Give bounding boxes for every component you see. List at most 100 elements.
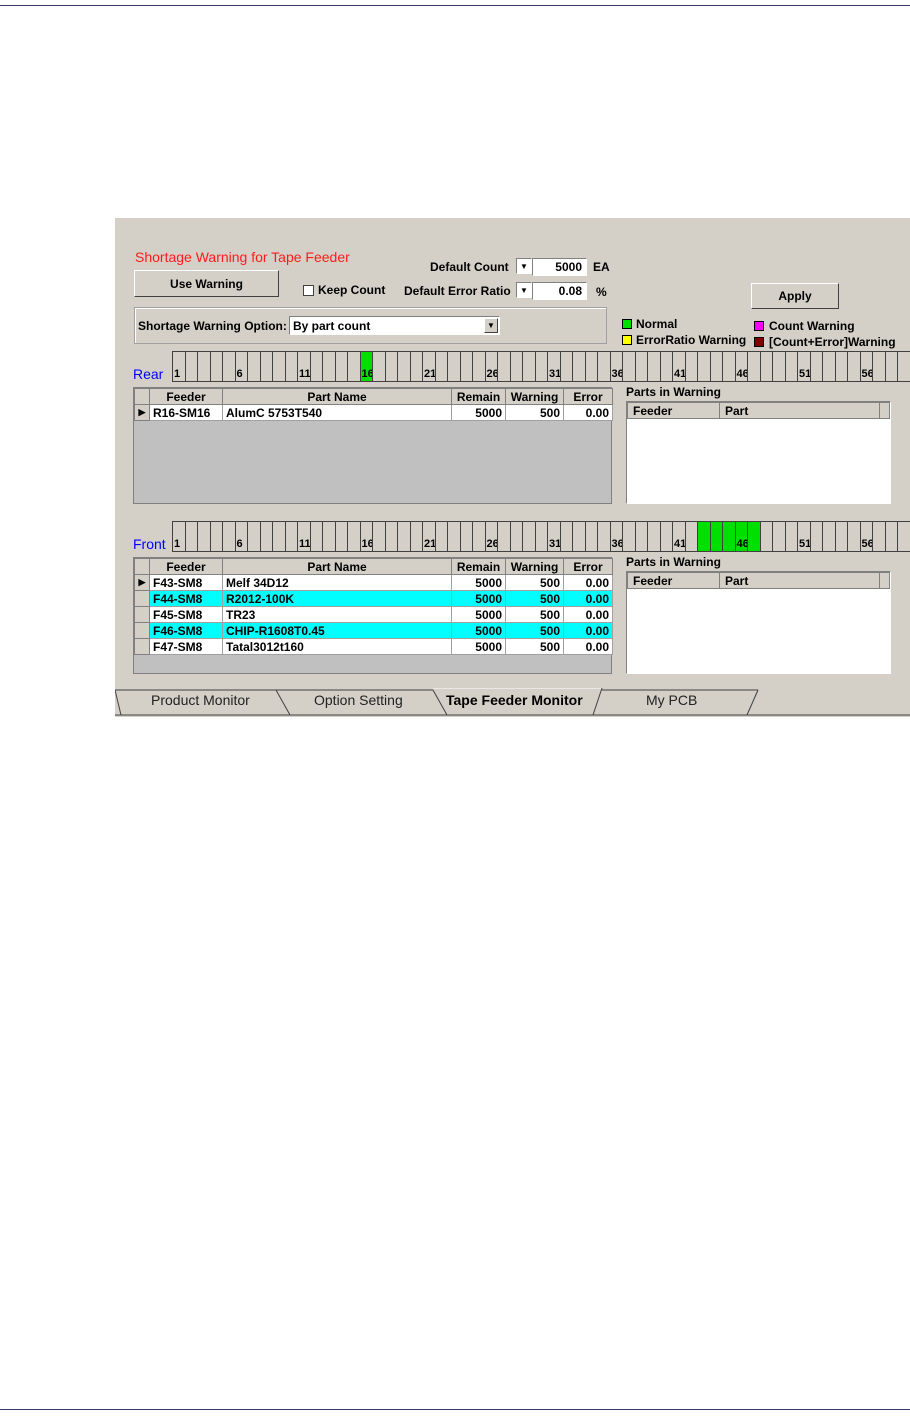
feeder-slot[interactable] — [722, 352, 735, 381]
feeder-slot[interactable] — [659, 352, 672, 381]
feeder-slot[interactable]: 56 — [859, 352, 874, 381]
feeder-slot[interactable]: 11 — [297, 352, 311, 381]
feeder-slot[interactable] — [272, 522, 285, 551]
feeder-slot[interactable] — [209, 352, 222, 381]
feeder-slot[interactable] — [809, 522, 822, 551]
feeder-slot[interactable] — [722, 522, 735, 551]
feeder-slot[interactable]: 41 — [672, 352, 686, 381]
feeder-slot[interactable] — [384, 352, 397, 381]
feeder-slot[interactable] — [747, 522, 760, 551]
cell-feeder[interactable]: F46-SM8 — [149, 622, 223, 639]
feeder-slot[interactable] — [784, 352, 797, 381]
tab-product-monitor[interactable]: Product Monitor — [151, 692, 250, 708]
feeder-slot[interactable] — [822, 352, 835, 381]
feeder-slot[interactable] — [559, 352, 572, 381]
feeder-slot[interactable] — [272, 352, 285, 381]
feeder-slot[interactable]: 36 — [609, 522, 624, 551]
column-header[interactable]: Remain — [451, 558, 506, 575]
option-select[interactable]: By part count ▼ — [289, 316, 500, 335]
default-error-ratio-dropdown[interactable]: ▼ — [516, 282, 532, 298]
column-header[interactable]: Part Name — [222, 388, 452, 405]
feeder-slot[interactable] — [759, 522, 772, 551]
feeder-slot[interactable]: 31 — [547, 352, 561, 381]
feeder-slot[interactable] — [397, 522, 410, 551]
feeder-slot[interactable] — [884, 352, 897, 381]
feeder-slot[interactable] — [509, 352, 522, 381]
feeder-slot[interactable] — [472, 352, 485, 381]
column-header[interactable]: Error — [563, 388, 613, 405]
cell-part[interactable]: Melf 34D12 — [222, 574, 452, 591]
feeder-slot[interactable] — [384, 522, 397, 551]
feeder-slot[interactable] — [684, 522, 697, 551]
feeder-slot[interactable] — [409, 522, 422, 551]
feeder-slot[interactable] — [622, 352, 635, 381]
feeder-slot[interactable] — [322, 522, 335, 551]
cell-error[interactable]: 0.00 — [563, 638, 613, 655]
feeder-slot[interactable]: 31 — [547, 522, 561, 551]
column-header[interactable]: Feeder — [149, 558, 223, 575]
cell-feeder[interactable]: F43-SM8 — [149, 574, 223, 591]
feeder-slot[interactable] — [759, 352, 772, 381]
cell-part[interactable]: CHIP-R1608T0.45 — [222, 622, 452, 639]
feeder-slot[interactable] — [459, 522, 472, 551]
cell-warning[interactable]: 500 — [505, 622, 564, 639]
cell-error[interactable]: 0.00 — [563, 622, 613, 639]
cell-error[interactable]: 0.00 — [563, 606, 613, 623]
column-header[interactable]: Remain — [451, 388, 506, 405]
feeder-slot[interactable] — [572, 522, 585, 551]
feeder-slot[interactable] — [434, 352, 447, 381]
feeder-slot[interactable] — [197, 352, 210, 381]
feeder-slot[interactable] — [597, 352, 610, 381]
cell-remain[interactable]: 5000 — [451, 404, 506, 421]
feeder-slot[interactable] — [659, 522, 672, 551]
apply-button[interactable]: Apply — [751, 283, 839, 309]
table-row[interactable]: ▶ R16-SM16 AlumC 5753T540 5000 500 0.00 — [134, 404, 613, 421]
feeder-slot[interactable] — [409, 352, 422, 381]
feeder-slot[interactable] — [372, 522, 385, 551]
table-row[interactable]: F47-SM8 Tatal3012t160 5000 500 0.00 — [134, 638, 613, 655]
feeder-slot[interactable] — [209, 522, 222, 551]
feeder-slot[interactable] — [447, 522, 460, 551]
feeder-slot[interactable]: 1 — [172, 352, 185, 381]
feeder-slot[interactable] — [647, 352, 660, 381]
feeder-slot[interactable] — [709, 352, 722, 381]
feeder-slot[interactable] — [309, 352, 322, 381]
tab-my-pcb[interactable]: My PCB — [646, 692, 697, 708]
feeder-slot[interactable] — [222, 352, 235, 381]
feeder-slot[interactable] — [847, 522, 860, 551]
cell-part[interactable]: TR23 — [222, 606, 452, 623]
front-piw-feeder-header[interactable]: Feeder — [627, 572, 720, 589]
feeder-slot[interactable]: 16 — [359, 352, 374, 381]
table-row[interactable]: F45-SM8 TR23 5000 500 0.00 — [134, 606, 613, 623]
use-warning-button[interactable]: Use Warning — [134, 270, 279, 297]
table-row[interactable]: ▶ F43-SM8 Melf 34D12 5000 500 0.00 — [134, 574, 613, 591]
cell-part[interactable]: Tatal3012t160 — [222, 638, 452, 655]
cell-part[interactable]: R2012-100K — [222, 590, 452, 607]
feeder-slot[interactable]: 26 — [484, 352, 499, 381]
cell-feeder[interactable]: F45-SM8 — [149, 606, 223, 623]
feeder-slot[interactable] — [347, 522, 360, 551]
cell-remain[interactable]: 5000 — [451, 606, 506, 623]
feeder-slot[interactable] — [584, 522, 597, 551]
feeder-slot[interactable] — [709, 522, 722, 551]
cell-error[interactable]: 0.00 — [563, 574, 613, 591]
feeder-slot[interactable] — [447, 352, 460, 381]
feeder-slot[interactable] — [834, 352, 847, 381]
feeder-slot[interactable] — [522, 522, 535, 551]
feeder-slot[interactable] — [897, 352, 910, 381]
feeder-slot[interactable]: 21 — [422, 522, 436, 551]
feeder-slot[interactable] — [647, 522, 660, 551]
feeder-slot[interactable] — [309, 522, 322, 551]
feeder-slot[interactable] — [497, 522, 510, 551]
cell-remain[interactable]: 5000 — [451, 622, 506, 639]
feeder-slot[interactable] — [472, 522, 485, 551]
cell-warning[interactable]: 500 — [505, 606, 564, 623]
feeder-slot[interactable] — [597, 522, 610, 551]
cell-error[interactable]: 0.00 — [563, 590, 613, 607]
cell-feeder[interactable]: F47-SM8 — [149, 638, 223, 655]
default-error-ratio-input[interactable]: 0.08 — [532, 282, 587, 300]
feeder-slot[interactable] — [259, 352, 272, 381]
feeder-slot[interactable] — [334, 352, 347, 381]
feeder-slot[interactable] — [534, 522, 547, 551]
feeder-slot[interactable] — [634, 522, 647, 551]
